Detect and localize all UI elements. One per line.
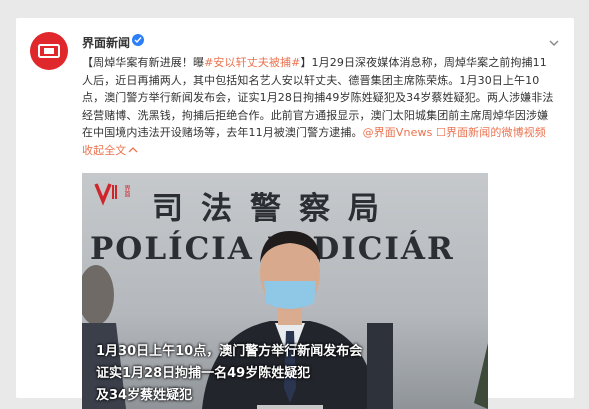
post-line: 经营赌博、洗黑钱，拘捕后拒绝合作。此前官方通报显示，澳门太阳城集团前主席周焯华因… — [82, 108, 549, 122]
chevron-down-icon[interactable] — [548, 34, 560, 46]
post-text-segment: 【周焯华案有新进展！曝 — [82, 56, 205, 69]
post-line: 人后，近日再捕两人，其中包括知名艺人安以轩丈夫、德晋集团主席陈荣炼。1月30日上… — [82, 73, 540, 87]
caption-line: 及34岁蔡姓疑犯 — [96, 388, 193, 403]
account-avatar[interactable] — [30, 32, 68, 70]
collapse-link[interactable]: 收起全文 — [82, 144, 126, 157]
mention-link[interactable]: @界面Vnews — [363, 126, 433, 139]
verified-badge-icon — [132, 34, 144, 46]
caption-line: 证实1月28日拘捕一名49岁陈姓疑犯 — [96, 366, 311, 381]
account-name[interactable]: 界面新闻 — [82, 34, 130, 51]
post-text-segment: 在中国境内违法开设赌场等，去年11月被澳门警方逮捕。 — [82, 126, 363, 140]
video-link[interactable]: ☐界面新闻的微博视频 — [436, 126, 546, 139]
hashtag-link[interactable]: #安以轩丈夫被捕# — [204, 56, 300, 69]
collapse-chevron-icon[interactable] — [128, 146, 138, 154]
jiemian-logo-icon — [38, 44, 60, 58]
post-line: 在中国境内违法开设赌场等，去年11月被澳门警方逮捕。@界面Vnews ☐界面新闻… — [82, 124, 558, 142]
video-player[interactable]: 界面 司法警察局 POLÍCIA JUDICIÁR 1月30日上午10点，澳门警… — [82, 173, 488, 409]
weibo-post-card: 界面新闻 【周焯华案有新进展！曝#安以轩丈夫被捕#】1月29日深夜媒体消息称，周… — [16, 18, 574, 409]
post-line: 收起全文 — [82, 142, 558, 160]
video-caption: 1月30日上午10点，澳门警方举行新闻发布会 证实1月28日拘捕一名49岁陈姓疑… — [96, 341, 362, 407]
post-line: 【周焯华案有新进展！曝#安以轩丈夫被捕#】1月29日深夜媒体消息称，周焯华案之前… — [82, 54, 558, 72]
post-line: 点，澳门警方举行新闻发布会，证实1月28日拘捕49岁陈姓疑犯及34岁蔡姓疑犯。两… — [82, 91, 554, 105]
post-text: 【周焯华案有新进展！曝#安以轩丈夫被捕#】1月29日深夜媒体消息称，周焯华案之前… — [82, 54, 558, 160]
post-text-segment: 】1月29日深夜媒体消息称，周焯华案之前拘捕11 — [300, 56, 547, 69]
caption-line: 1月30日上午10点，澳门警方举行新闻发布会 — [96, 344, 363, 359]
